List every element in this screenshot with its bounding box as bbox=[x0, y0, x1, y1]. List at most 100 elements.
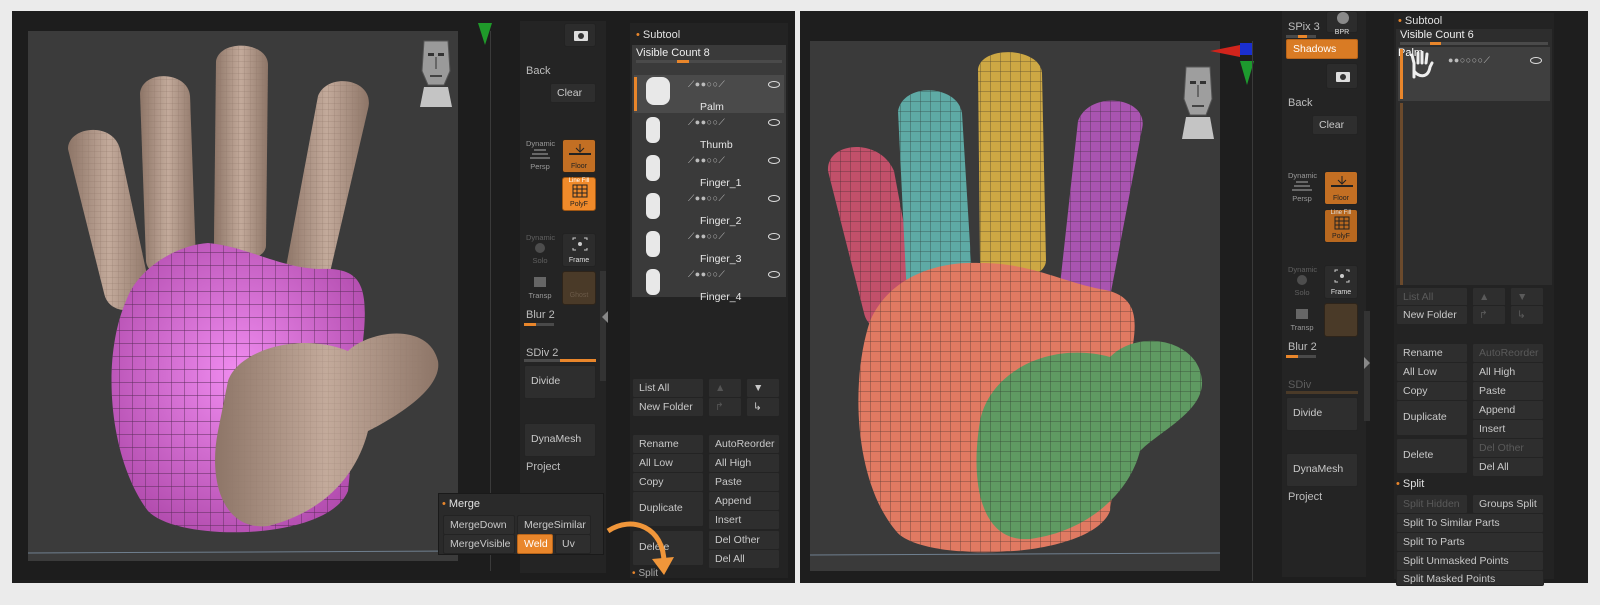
visible-count-slider[interactable] bbox=[636, 60, 782, 63]
blur-slider[interactable] bbox=[524, 323, 554, 326]
new-folder-button[interactable]: New Folder bbox=[1396, 305, 1468, 325]
del-other-button[interactable]: Del Other bbox=[708, 530, 780, 550]
copy-button[interactable]: Copy bbox=[632, 472, 704, 492]
copy-button[interactable]: Copy bbox=[1396, 381, 1468, 401]
folder-out-button[interactable]: ↳ bbox=[1510, 305, 1544, 325]
visible-count-slider[interactable] bbox=[1400, 42, 1548, 45]
append-button[interactable]: Append bbox=[1472, 400, 1544, 420]
merge-title[interactable]: Merge bbox=[442, 498, 480, 510]
subtool-title[interactable]: Subtool bbox=[1398, 15, 1442, 27]
visibility-eye-icon[interactable] bbox=[768, 81, 780, 88]
duplicate-button[interactable]: Duplicate bbox=[1396, 400, 1468, 436]
new-folder-button[interactable]: New Folder bbox=[632, 397, 704, 417]
visibility-eye-icon[interactable] bbox=[768, 233, 780, 240]
merge-down-button[interactable]: MergeDown bbox=[443, 515, 515, 535]
transp-button[interactable]: Transp bbox=[526, 275, 554, 300]
all-low-button[interactable]: All Low bbox=[1396, 362, 1468, 382]
dynamesh-button[interactable]: DynaMesh bbox=[1286, 453, 1358, 487]
ghost-button[interactable]: Ghost bbox=[562, 271, 596, 305]
polyf-button[interactable]: Line Fill PolyF bbox=[1324, 209, 1358, 243]
dynamesh-button[interactable]: DynaMesh bbox=[524, 423, 596, 457]
subtool-scrollbar[interactable] bbox=[1400, 103, 1403, 285]
split-section[interactable]: Split bbox=[1396, 478, 1424, 490]
folder-in-button[interactable]: ↱ bbox=[1472, 305, 1506, 325]
subdiv-dots-icon[interactable]: ⟋ ● ● ○ ○ ⟋ bbox=[688, 231, 725, 242]
subtool-title[interactable]: Subtool bbox=[636, 29, 680, 41]
autoreorder-button[interactable]: AutoReorder bbox=[708, 434, 780, 454]
spix-slider[interactable] bbox=[1286, 35, 1316, 38]
head-orientation-icon[interactable] bbox=[416, 35, 456, 110]
frame-button[interactable]: Frame bbox=[1324, 265, 1358, 299]
ghost-button[interactable] bbox=[1324, 303, 1358, 337]
subdiv-dots-icon[interactable]: ⟋ ● ● ○ ○ ⟋ bbox=[688, 79, 725, 90]
clear-button[interactable]: Clear bbox=[1312, 115, 1358, 135]
solo-button[interactable]: Dynamic Solo bbox=[526, 233, 555, 265]
divide-button[interactable]: Divide bbox=[524, 365, 596, 399]
camera-icon[interactable] bbox=[564, 23, 596, 47]
subtool-row-finger-2[interactable]: ⟋ ● ● ○ ○ ⟋ Finger_2 bbox=[634, 189, 784, 227]
autoreorder-button[interactable]: AutoReorder bbox=[1472, 343, 1544, 363]
visibility-eye-icon[interactable] bbox=[1530, 57, 1542, 64]
split-hidden-button[interactable]: Split Hidden bbox=[1396, 494, 1468, 514]
persp-button[interactable]: Dynamic Persp bbox=[1288, 171, 1317, 203]
visibility-eye-icon[interactable] bbox=[768, 119, 780, 126]
bpr-button[interactable]: BPR bbox=[1326, 11, 1358, 36]
floor-button[interactable]: Floor bbox=[562, 139, 596, 173]
subdiv-dots-icon[interactable]: ● ● ○ ○ ○ ○ ⟋ bbox=[1448, 55, 1490, 66]
visibility-eye-icon[interactable] bbox=[768, 271, 780, 278]
split-unmasked-points-button[interactable]: Split Unmasked Points bbox=[1396, 551, 1544, 571]
subdiv-dots-icon[interactable]: ⟋ ● ● ○ ○ ⟋ bbox=[688, 193, 725, 204]
head-orientation-icon[interactable] bbox=[1178, 61, 1218, 144]
left-scroll-track[interactable] bbox=[600, 271, 606, 381]
subdiv-dots-icon[interactable]: ⟋ ● ● ○ ○ ⟋ bbox=[688, 117, 725, 128]
rename-button[interactable]: Rename bbox=[632, 434, 704, 454]
camera-icon[interactable] bbox=[1326, 63, 1358, 89]
project-label[interactable]: Project bbox=[1288, 491, 1322, 503]
subtool-row-palm[interactable]: ● ● ○ ○ ○ ○ ⟋ Palm bbox=[1398, 47, 1550, 101]
merge-visible-button[interactable]: MergeVisible bbox=[443, 534, 515, 554]
del-other-button[interactable]: Del Other bbox=[1472, 438, 1544, 458]
paste-button[interactable]: Paste bbox=[708, 472, 780, 492]
subdiv-dots-icon[interactable]: ⟋ ● ● ○ ○ ⟋ bbox=[688, 155, 725, 166]
frame-button[interactable]: Frame bbox=[562, 233, 596, 267]
move-down-button[interactable]: ▼ bbox=[1510, 287, 1544, 307]
groups-split-button[interactable]: Groups Split bbox=[1472, 494, 1544, 514]
split-to-parts-button[interactable]: Split To Parts bbox=[1396, 532, 1544, 552]
move-up-button[interactable]: ▲ bbox=[708, 378, 742, 398]
sdiv-slider[interactable] bbox=[1286, 391, 1358, 394]
collapse-arrow-icon[interactable] bbox=[1364, 357, 1370, 369]
subtool-row-finger-1[interactable]: ⟋ ● ● ○ ○ ⟋ Finger_1 bbox=[634, 151, 784, 189]
subtool-row-finger-3[interactable]: ⟋ ● ● ○ ○ ⟋ Finger_3 bbox=[634, 227, 784, 265]
weld-button[interactable]: Weld bbox=[517, 534, 553, 554]
move-up-button[interactable]: ▲ bbox=[1472, 287, 1506, 307]
floor-button[interactable]: Floor bbox=[1324, 171, 1358, 205]
all-high-button[interactable]: All High bbox=[1472, 362, 1544, 382]
subtool-row-thumb[interactable]: ⟋ ● ● ○ ○ ⟋ Thumb bbox=[634, 113, 784, 151]
subdiv-dots-icon[interactable]: ⟋ ● ● ○ ○ ⟋ bbox=[688, 269, 725, 280]
left-viewport[interactable] bbox=[28, 31, 458, 561]
list-all-button[interactable]: List All bbox=[1396, 287, 1468, 307]
folder-in-button[interactable]: ↱ bbox=[708, 397, 742, 417]
transp-button[interactable]: Transp bbox=[1288, 307, 1316, 332]
collapse-arrow-icon[interactable] bbox=[602, 311, 608, 323]
polyf-button[interactable]: Line Fill PolyF bbox=[562, 177, 596, 211]
split-similar-parts-button[interactable]: Split To Similar Parts bbox=[1396, 513, 1544, 533]
uv-button[interactable]: Uv bbox=[555, 534, 591, 554]
del-all-button[interactable]: Del All bbox=[1472, 457, 1544, 477]
clear-button[interactable]: Clear bbox=[550, 83, 596, 103]
list-all-button[interactable]: List All bbox=[632, 378, 704, 398]
insert-button[interactable]: Insert bbox=[1472, 419, 1544, 439]
delete-button[interactable]: Delete bbox=[1396, 438, 1468, 474]
sdiv-slider[interactable] bbox=[524, 359, 596, 362]
right-viewport[interactable] bbox=[810, 41, 1220, 571]
subtool-row-palm[interactable]: ⟋ ● ● ○ ○ ⟋ Palm bbox=[634, 75, 784, 113]
all-low-button[interactable]: All Low bbox=[632, 453, 704, 473]
move-down-button[interactable]: ▼ bbox=[746, 378, 780, 398]
visibility-eye-icon[interactable] bbox=[768, 195, 780, 202]
solo-button[interactable]: Dynamic Solo bbox=[1288, 265, 1317, 297]
all-high-button[interactable]: All High bbox=[708, 453, 780, 473]
folder-out-button[interactable]: ↳ bbox=[746, 397, 780, 417]
rename-button[interactable]: Rename bbox=[1396, 343, 1468, 363]
shadows-button[interactable]: Shadows bbox=[1286, 39, 1358, 59]
merge-similar-button[interactable]: MergeSimilar bbox=[517, 515, 591, 535]
